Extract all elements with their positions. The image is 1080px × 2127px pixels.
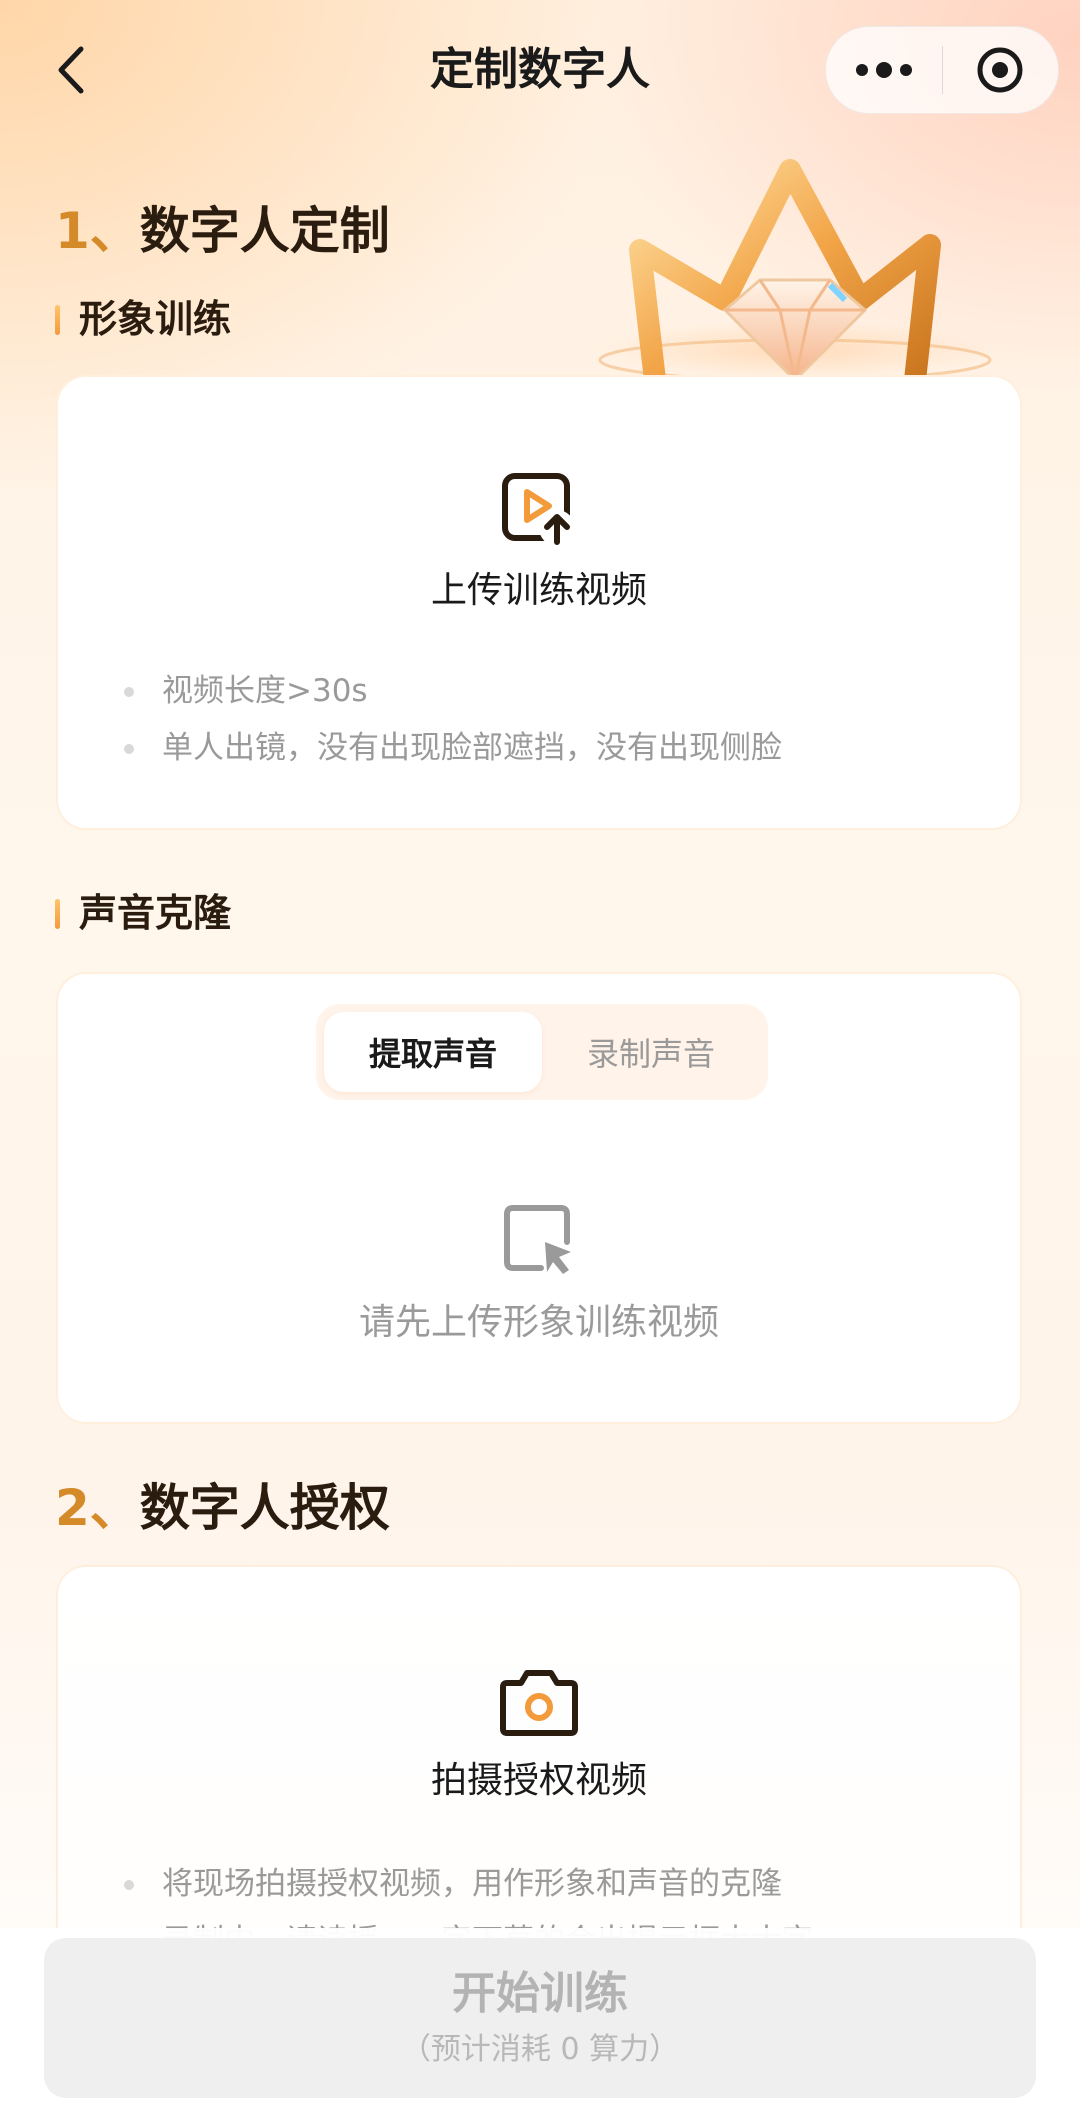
list-item: 将现场拍摄授权视频，用作形象和声音的克隆 xyxy=(124,1856,813,1913)
tab-record-voice[interactable]: 录制声音 xyxy=(542,1012,760,1092)
more-dots-icon xyxy=(855,62,912,78)
section-1-title: 1、数字人定制 xyxy=(55,201,390,261)
bottom-action-bar: 开始训练 （预计消耗 0 算力） xyxy=(0,1928,1080,2127)
close-miniprogram-button[interactable] xyxy=(942,26,1058,114)
camera-icon xyxy=(500,1670,578,1736)
section-2-text: 数字人授权 xyxy=(139,1479,390,1537)
shoot-auth-video-label: 拍摄授权视频 xyxy=(430,1760,647,1801)
mini-program-capsule xyxy=(825,26,1059,114)
voice-clone-subtitle: 声音克隆 xyxy=(55,889,231,937)
crown-diamond-illustration xyxy=(595,159,995,380)
estimated-cost-label: （预计消耗 0 算力） xyxy=(400,2032,680,2067)
tab-extract-voice[interactable]: 提取声音 xyxy=(324,1012,542,1092)
voice-mode-tabs: 提取声音 录制声音 xyxy=(316,1004,768,1100)
start-training-label: 开始训练 xyxy=(452,1968,628,2019)
target-circle-icon xyxy=(977,47,1023,93)
voice-clone-card: 提取声音 录制声音 请先上传形象训练视频 xyxy=(56,972,1022,1424)
voice-clone-hint: 请先上传形象训练视频 xyxy=(358,1302,719,1343)
image-training-subtitle: 形象训练 xyxy=(55,295,231,343)
more-button[interactable] xyxy=(826,26,942,114)
video-upload-icon xyxy=(502,473,575,546)
section-1-number: 1、 xyxy=(55,202,140,260)
nav-bar: 定制数字人 xyxy=(0,0,1080,140)
list-item: 单人出镜，没有出现脸部遮挡，没有出现侧脸 xyxy=(124,720,782,777)
upload-training-video-label: 上传训练视频 xyxy=(430,570,647,611)
section-2-title: 2、数字人授权 xyxy=(55,1478,390,1538)
training-requirements-list: 视频长度>30s 单人出镜，没有出现脸部遮挡，没有出现侧脸 xyxy=(124,663,782,777)
select-cursor-icon xyxy=(504,1205,571,1274)
list-item: 视频长度>30s xyxy=(124,663,782,720)
section-1-text: 数字人定制 xyxy=(139,202,390,260)
section-2-number: 2、 xyxy=(55,1479,140,1537)
upload-training-video-card[interactable]: 上传训练视频 视频长度>30s 单人出镜，没有出现脸部遮挡，没有出现侧脸 xyxy=(56,375,1022,830)
start-training-button[interactable]: 开始训练 （预计消耗 0 算力） xyxy=(44,1938,1036,2098)
